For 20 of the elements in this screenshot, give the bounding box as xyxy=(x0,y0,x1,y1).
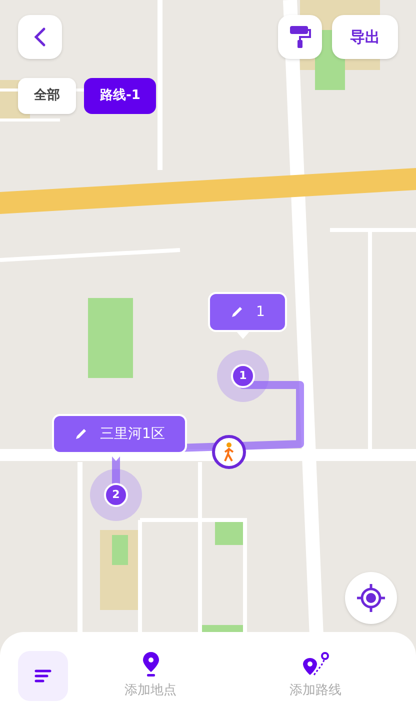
stop-label: 1 xyxy=(256,302,265,322)
filter-tab[interactable]: 路线-1 xyxy=(84,78,156,114)
export-button[interactable]: 导出 xyxy=(332,15,398,59)
locate-icon xyxy=(356,583,386,613)
list-button[interactable] xyxy=(18,651,68,701)
route-icon xyxy=(302,651,330,678)
walking-person-icon xyxy=(222,442,236,462)
list-icon xyxy=(34,669,52,683)
map-pin-icon xyxy=(142,651,160,678)
stop-label: 三里河1区 xyxy=(100,424,165,444)
back-icon xyxy=(34,27,46,47)
stop-label-button[interactable]: 三里河1区 xyxy=(52,414,187,454)
pencil-icon xyxy=(74,427,88,441)
stop-label-button[interactable]: 1 xyxy=(208,292,287,332)
back-button[interactable] xyxy=(18,15,62,59)
park-area xyxy=(112,535,128,565)
paint-roller-button[interactable] xyxy=(278,15,322,59)
filter-tab[interactable]: 全部 xyxy=(18,78,76,114)
pencil-icon xyxy=(230,305,244,319)
paint-roller-icon xyxy=(289,25,311,49)
